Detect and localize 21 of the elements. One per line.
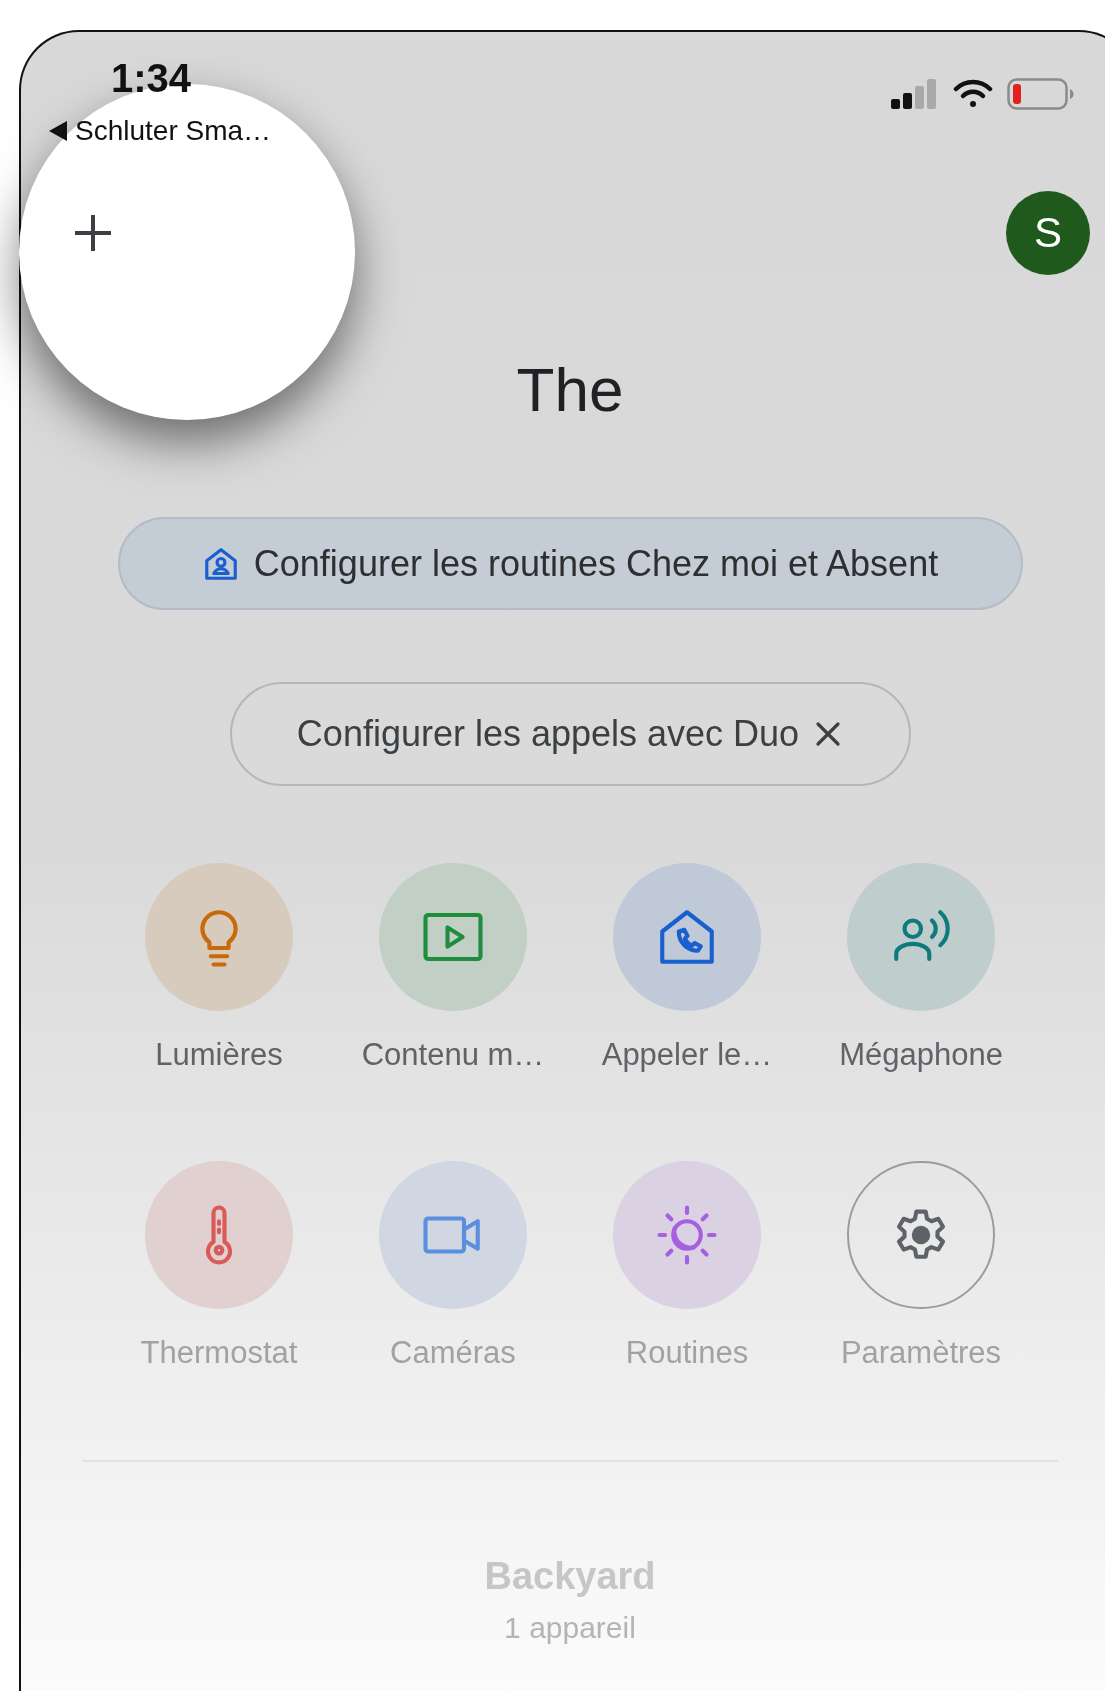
back-triangle-icon[interactable] bbox=[49, 121, 67, 141]
wifi-icon bbox=[953, 79, 993, 109]
shortcut-label: Paramètres bbox=[840, 1334, 1002, 1372]
signal-icon bbox=[891, 79, 939, 109]
back-link[interactable]: Schluter Sma… bbox=[75, 114, 272, 148]
shortcut-label: Appeler le… bbox=[601, 1036, 773, 1074]
shortcut-label: Caméras bbox=[390, 1334, 516, 1372]
shortcut-label: Mégaphone bbox=[839, 1036, 1003, 1074]
account-avatar[interactable]: S bbox=[1006, 191, 1090, 275]
status-time: 1:34 bbox=[111, 56, 193, 100]
shortcut-label: Lumières bbox=[155, 1036, 283, 1074]
device-count: 1 appareil bbox=[504, 1610, 636, 1646]
shortcut-button[interactable] bbox=[847, 1161, 995, 1309]
shortcut-label: Contenu m… bbox=[361, 1036, 545, 1074]
battery-icon bbox=[1007, 78, 1075, 110]
duo-chip[interactable]: Configurer les appels avec Duo bbox=[229, 682, 911, 786]
shortcut-label: Routines bbox=[625, 1334, 749, 1372]
home-title: The bbox=[516, 354, 624, 426]
shortcut-label: Thermostat bbox=[140, 1334, 298, 1372]
routine-chip[interactable]: Configurer les routines Chez moi et Absent bbox=[117, 517, 1023, 610]
plus-icon bbox=[73, 213, 113, 253]
